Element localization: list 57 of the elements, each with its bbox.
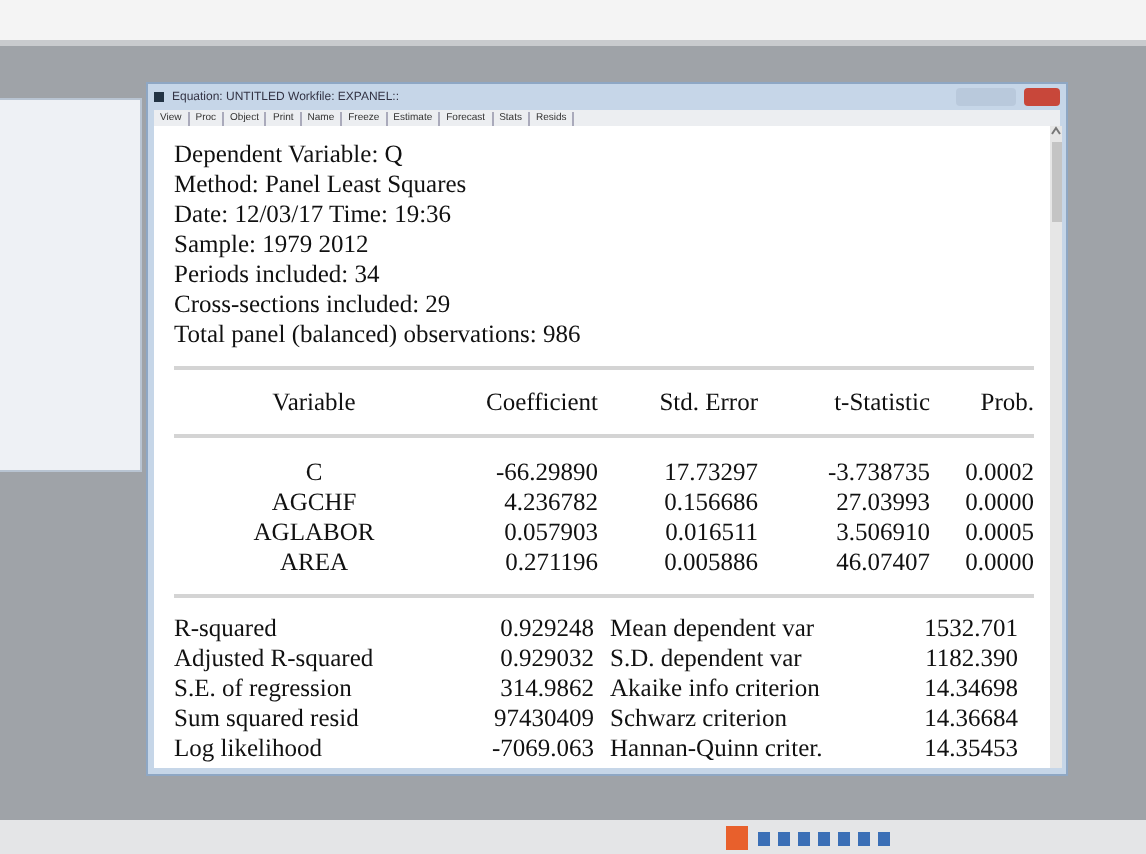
- table-cell-text: Hannan-Quinn criter.: [608, 734, 825, 764]
- table-cell-text: Akaike info criterion: [608, 674, 822, 704]
- table-cell-text: 14.36684: [922, 704, 1018, 734]
- scroll-thumb[interactable]: [1051, 142, 1061, 222]
- table-cell-text: Adjusted R-squared: [174, 644, 376, 674]
- table-cell-text: 14.34698: [922, 674, 1018, 704]
- table-cell-text: -7069.063: [489, 734, 594, 764]
- table-cell-text: S.E. of regression: [174, 674, 354, 704]
- output-line: Cross-sections included: 29: [174, 290, 453, 320]
- table-cell-text: R-squared: [174, 614, 279, 644]
- table-cell-text: AREA: [277, 548, 351, 578]
- column-header: Coefficient: [484, 388, 598, 418]
- table-cell-text: 0.271196: [503, 548, 598, 578]
- table-cell-text: 0.929248: [498, 614, 594, 644]
- table-cell-text: 0.0000: [963, 488, 1034, 518]
- table-cell-text: 46.07407: [834, 548, 930, 578]
- table-cell-text: 27.03993: [834, 488, 930, 518]
- output-line: Dependent Variable: Q: [174, 140, 405, 170]
- table-cell-text: Mean dependent var: [608, 614, 817, 644]
- table-cell-text: 0.016511: [663, 518, 758, 548]
- table-cell-text: Schwarz criterion: [608, 704, 790, 734]
- table-cell-text: 314.9862: [498, 674, 594, 704]
- column-header: Prob.: [978, 388, 1034, 418]
- scroll-up-icon[interactable]: [1050, 126, 1062, 138]
- table-cell-text: -3.738735: [825, 458, 930, 488]
- table-cell-text: AGCHF: [269, 488, 359, 518]
- table-cell-text: AGLABOR: [251, 518, 377, 548]
- table-cell-text: 4.236782: [502, 488, 598, 518]
- column-header: Std. Error: [657, 388, 758, 418]
- column-header: Variable: [270, 388, 358, 418]
- table-cell-text: 0.005886: [662, 548, 758, 578]
- table-cell-text: 0.156686: [662, 488, 758, 518]
- table-cell-text: 3.506910: [834, 518, 930, 548]
- column-header: t-Statistic: [832, 388, 930, 418]
- table-cell-text: 0.057903: [502, 518, 598, 548]
- table-cell-text: 17.73297: [662, 458, 758, 488]
- table-cell-text: Log likelihood: [174, 734, 324, 764]
- window-icon: [154, 92, 164, 102]
- table-cell-text: -66.29890: [493, 458, 598, 488]
- output-line: Date: 12/03/17 Time: 19:36: [174, 200, 454, 230]
- table-cell-text: 97430409: [492, 704, 594, 734]
- table-cell-text: S.D. dependent var: [608, 644, 804, 674]
- scrollbar[interactable]: [1050, 126, 1062, 768]
- table-cell-text: 0.0000: [963, 548, 1034, 578]
- output-line: Total panel (balanced) observations: 986: [174, 320, 583, 350]
- table-cell-text: 1532.701: [922, 614, 1018, 644]
- table-cell-text: 0.929032: [498, 644, 594, 674]
- output-line: Sample: 1979 2012: [174, 230, 371, 260]
- table-cell-text: 14.35453: [922, 734, 1018, 764]
- table-cell-text: 0.0002: [963, 458, 1034, 488]
- close-button[interactable]: [1024, 88, 1060, 106]
- output-line: Method: Panel Least Squares: [174, 170, 469, 200]
- table-cell-text: 0.0005: [963, 518, 1034, 548]
- table-cell-text: Sum squared resid: [174, 704, 361, 734]
- table-cell-text: C: [303, 458, 325, 488]
- table-cell-text: 1182.390: [923, 644, 1018, 674]
- output-line: Periods included: 34: [174, 260, 382, 290]
